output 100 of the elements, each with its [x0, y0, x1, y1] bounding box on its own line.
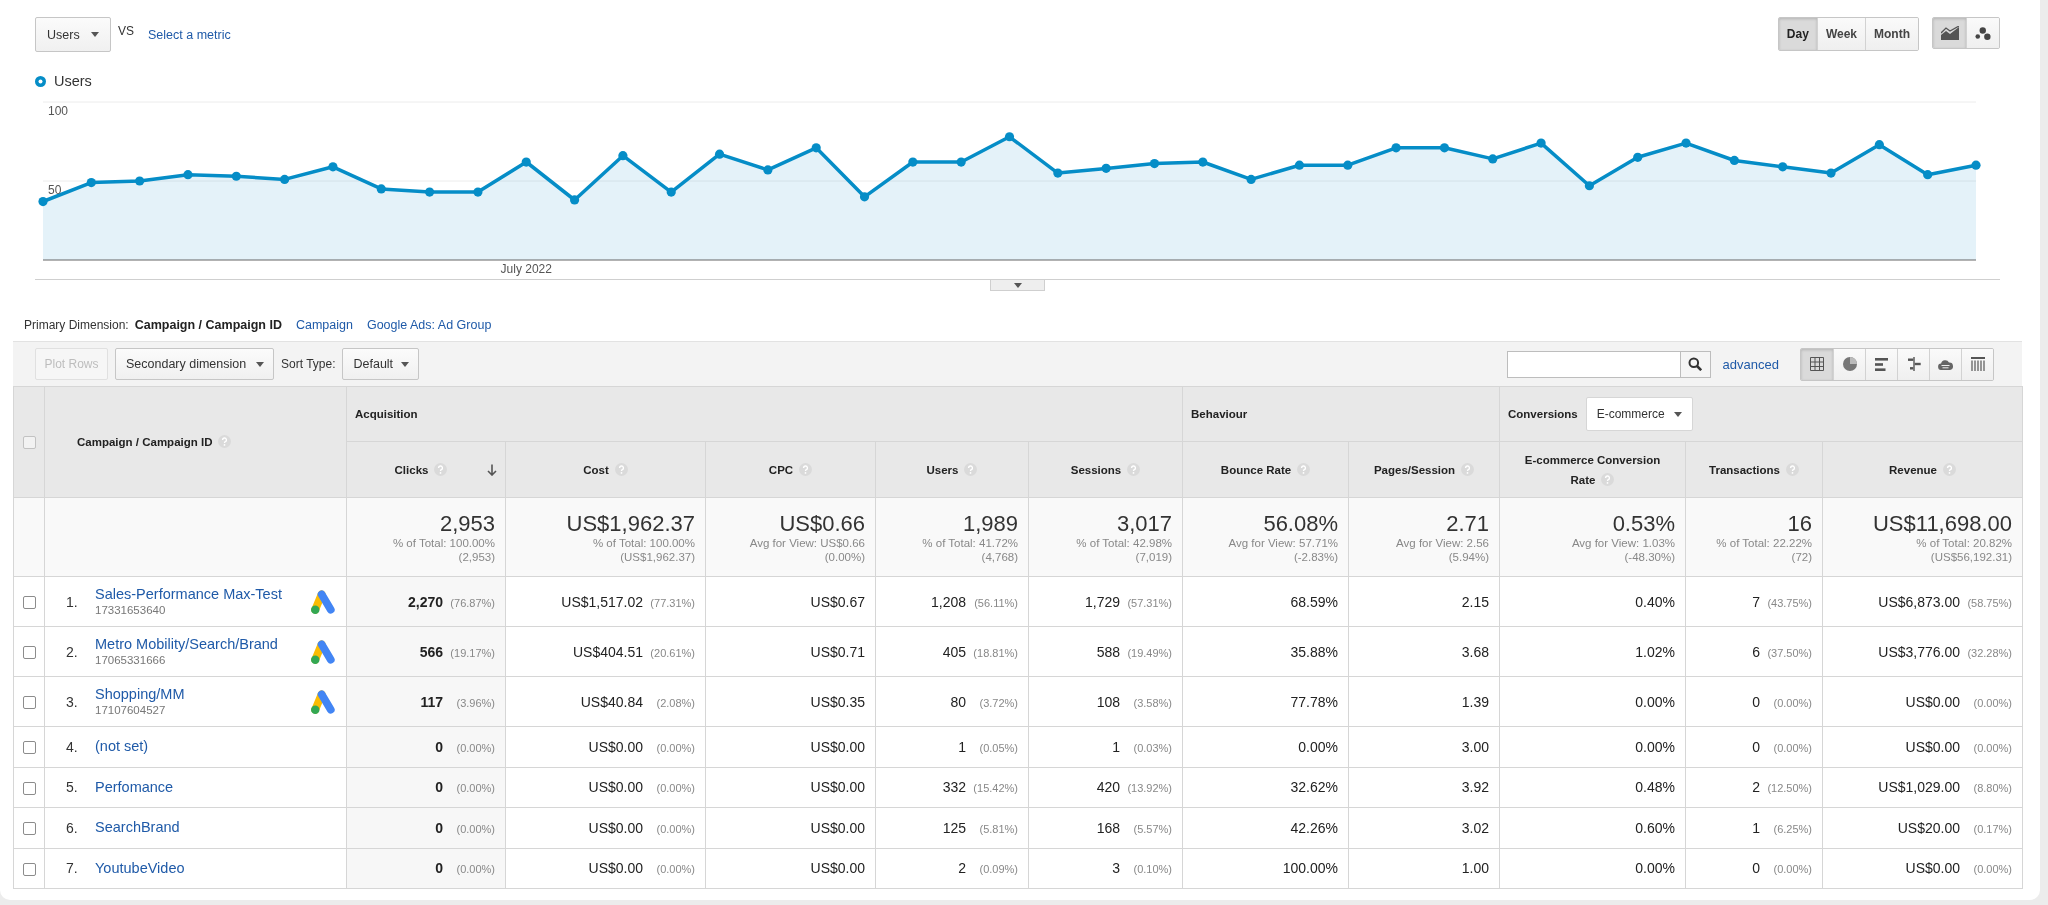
period-button[interactable]: Week — [1816, 18, 1865, 50]
search-field[interactable] — [1506, 350, 1681, 378]
column-header[interactable]: Pages/Session — [1348, 441, 1500, 498]
data-point — [376, 184, 386, 194]
share-value: (0.00%) — [655, 741, 695, 754]
data-point — [280, 174, 290, 184]
sort-type-dropdown[interactable]: Default — [342, 348, 420, 380]
view-button[interactable] — [1865, 348, 1897, 380]
period-button[interactable]: Month — [1865, 18, 1918, 50]
total-detail: (5.94%) — [1447, 549, 1489, 564]
collapse-button[interactable] — [990, 280, 1045, 291]
campaign-link[interactable]: (not set) — [95, 738, 149, 756]
share-value: (20.61%) — [649, 646, 695, 659]
metric-value: 1 — [1752, 819, 1760, 836]
campaign-link[interactable]: Shopping/MM — [95, 686, 185, 703]
row-checkbox[interactable] — [22, 695, 36, 709]
share-value: (0.00%) — [455, 741, 495, 754]
data-point — [618, 151, 628, 161]
caret-icon — [401, 361, 410, 367]
share-value: (56.11%) — [973, 596, 1018, 609]
metric-value: 7 — [1752, 593, 1760, 610]
metric-value: 0.60% — [1635, 819, 1675, 836]
campaign-link[interactable]: Perfomance — [95, 778, 174, 796]
select-all-checkbox[interactable] — [22, 436, 36, 450]
row-checkbox[interactable] — [22, 741, 36, 754]
row-checkbox[interactable] — [22, 645, 36, 659]
metric-dropdown[interactable]: Users — [35, 17, 111, 52]
column-group-label: Acquisition — [355, 408, 418, 420]
metric-value: 3.92 — [1461, 779, 1489, 796]
share-value: (3.58%) — [1132, 696, 1172, 709]
share-value: (0.00%) — [1772, 741, 1812, 754]
column-header[interactable]: Cost — [505, 441, 706, 498]
column-header[interactable]: CPC — [705, 441, 876, 498]
data-point — [859, 192, 870, 202]
help-icon — [1943, 462, 1956, 476]
row-checkbox[interactable] — [22, 781, 36, 795]
column-header[interactable]: Campaign / Campaign ID — [44, 386, 347, 498]
metric-value: 2 — [1752, 779, 1760, 796]
column-header[interactable]: Users — [875, 441, 1029, 498]
help-icon — [1601, 472, 1615, 486]
sort-type-label: Sort Type: — [281, 357, 336, 371]
column-header[interactable]: Sessions — [1028, 441, 1183, 498]
share-value: (37.50%) — [1766, 646, 1812, 659]
view-button[interactable] — [1833, 348, 1865, 380]
metric-value: 0 — [435, 738, 443, 755]
metric-value: 566 — [419, 643, 443, 660]
data-point — [1439, 143, 1450, 153]
period-button[interactable]: Day — [1778, 18, 1817, 50]
row-checkbox[interactable] — [22, 862, 36, 876]
metric-value: US$0.00 — [810, 860, 865, 877]
help-icon — [1297, 462, 1311, 476]
dimension-option[interactable]: Google Ads: Ad Group — [366, 318, 492, 332]
row-checkbox[interactable] — [22, 822, 36, 835]
secondary-dimension-dropdown[interactable]: Secondary dimension — [115, 348, 274, 380]
metric-value: US$20.00 — [1897, 819, 1961, 836]
column-header[interactable]: Revenue — [1822, 441, 2023, 498]
metric-value: 42.26% — [1290, 819, 1338, 836]
conversion-type-dropdown[interactable]: E-commerce — [1585, 397, 1693, 431]
metric-value: 32.62% — [1290, 779, 1338, 796]
view-button[interactable] — [1961, 348, 1993, 380]
view-button[interactable] — [1801, 348, 1833, 380]
view-button[interactable] — [1897, 348, 1929, 380]
campaign-id: 17107604527 — [95, 703, 166, 717]
share-value: (0.00%) — [455, 782, 495, 795]
grid-icon — [1810, 357, 1824, 371]
campaign-link[interactable]: SearchBrand — [95, 819, 180, 837]
metric-value: 0.00% — [1635, 738, 1675, 755]
dimension-option[interactable]: Campaign — [295, 318, 353, 332]
total-caption: % of Total: 100.00% — [591, 535, 695, 550]
advanced-link[interactable]: advanced — [1722, 356, 1779, 372]
help-icon — [614, 462, 628, 476]
share-value: (3.72%) — [978, 696, 1018, 709]
metric-value: 1 — [1112, 738, 1120, 755]
column-header[interactable]: Transactions — [1685, 441, 1823, 498]
column-header[interactable]: E-commerce Conversion Rate — [1499, 441, 1686, 498]
campaign-link[interactable]: Sales-Performance Max-Test — [95, 586, 282, 603]
campaign-link[interactable]: YoutubeVideo — [95, 859, 185, 877]
metric-value: 1.39 — [1461, 693, 1489, 710]
data-point — [1391, 143, 1401, 153]
share-value: (76.87%) — [449, 596, 495, 609]
chart-type-button[interactable] — [1966, 18, 1999, 48]
dimension-option[interactable]: Campaign / Campaign ID — [134, 318, 282, 332]
data-point — [1826, 168, 1836, 178]
campaign-link[interactable]: Metro Mobility/Search/Brand — [95, 636, 278, 653]
select-metric-link[interactable]: Select a metric — [148, 28, 231, 42]
metric-value: US$40.84 — [580, 693, 643, 710]
data-point — [1971, 160, 1981, 170]
share-value: (19.17%) — [449, 646, 495, 659]
total-detail: (-2.83%) — [1292, 549, 1338, 564]
chart-type-button[interactable] — [1933, 18, 1966, 48]
view-button[interactable] — [1929, 348, 1961, 380]
row-checkbox[interactable] — [22, 595, 36, 609]
help-icon — [1461, 462, 1475, 476]
column-header[interactable]: Clicks — [346, 441, 506, 498]
total-value: 56.08% — [1262, 510, 1338, 536]
metric-value: US$0.35 — [810, 693, 865, 710]
total-detail: (0.00%) — [823, 549, 865, 564]
search-button[interactable] — [1680, 350, 1711, 378]
metric-value: 0 — [1752, 860, 1760, 877]
column-header[interactable]: Bounce Rate — [1182, 441, 1349, 498]
